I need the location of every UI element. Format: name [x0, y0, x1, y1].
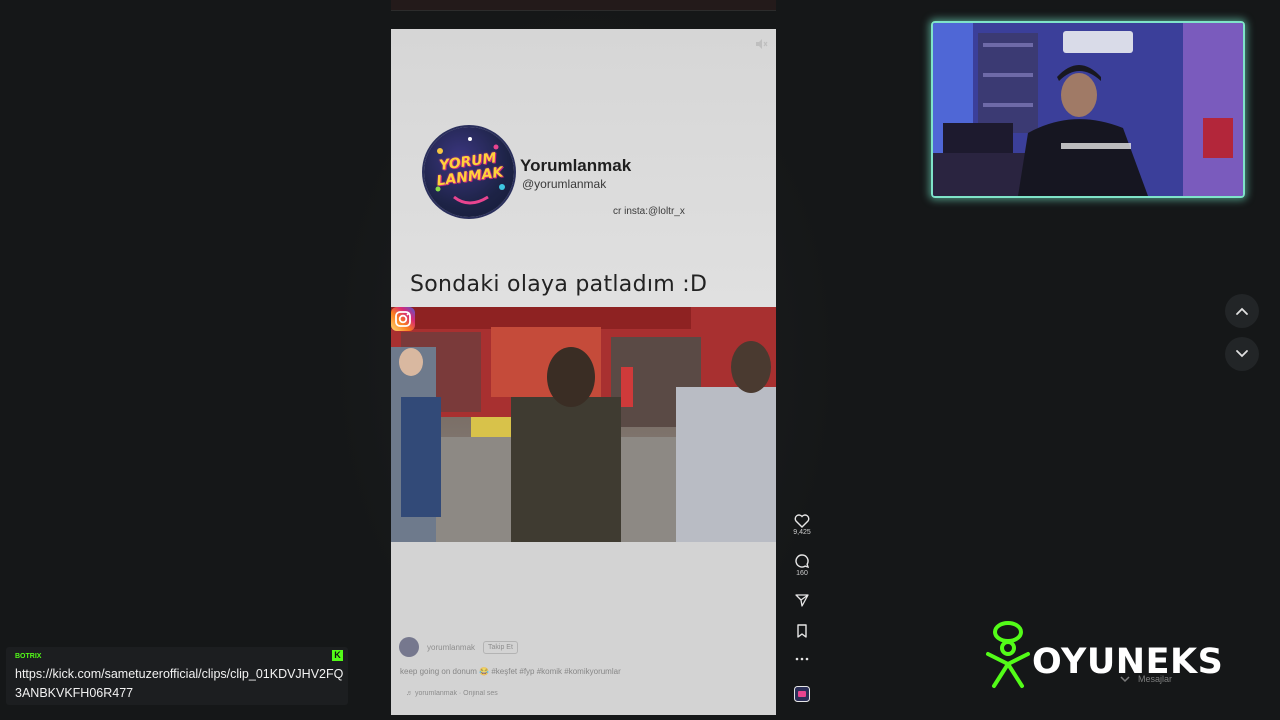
comment-icon [795, 554, 810, 569]
chevron-down-icon [1236, 350, 1248, 358]
messages-bar[interactable]: Mesajlar [1110, 666, 1258, 692]
brand-name: Yorumlanmak [520, 156, 632, 175]
chevron-icon [1120, 676, 1130, 683]
post-sound[interactable]: ♬ yorumlanmak · Orijinal ses [406, 690, 498, 697]
post-description: keep going on donum 😂 #keşfet #fyp #komi… [400, 667, 621, 676]
post-username[interactable]: yorumlanmak [427, 643, 475, 652]
like-count: 9,425 [793, 529, 811, 536]
audio-thumbnail[interactable] [790, 686, 814, 702]
comment-button[interactable]: 160 [790, 553, 814, 577]
previous-reel-button[interactable] [1225, 294, 1259, 328]
share-button[interactable] [790, 592, 814, 608]
post-meta-row: yorumlanmak Takip Et [399, 637, 518, 657]
messages-label: Mesajlar [1138, 674, 1173, 684]
save-button[interactable] [790, 623, 814, 639]
heart-icon [794, 514, 810, 528]
send-icon [795, 594, 809, 607]
post-footer-area: yorumlanmak Takip Et keep going on donum… [391, 542, 776, 715]
post-caption: Sondaki olaya patladım :D [410, 272, 708, 297]
chevron-up-icon [1236, 307, 1248, 315]
comment-count: 160 [796, 570, 808, 577]
more-options-button[interactable] [790, 654, 814, 664]
credit-text: cr insta:@loltr_x [613, 206, 685, 217]
yorumlanmak-logo: YORUM LANMAK [424, 127, 514, 217]
mute-icon[interactable] [754, 37, 768, 51]
street-scene-image [391, 307, 776, 542]
instagram-icon [391, 307, 415, 331]
chat-message: BOTRIX K https://kick.com/sametuzeroffic… [6, 647, 348, 705]
more-icon [795, 657, 809, 661]
avatar[interactable] [399, 637, 419, 657]
next-reel-button[interactable] [1225, 337, 1259, 371]
reel-post[interactable]: YORUM LANMAK Yorumlanmak @yorumlanmak cr … [391, 29, 776, 715]
follow-button[interactable]: Takip Et [483, 640, 518, 654]
video-frame[interactable] [391, 307, 776, 542]
kick-badge-icon: K [332, 650, 343, 661]
webcam-overlay [931, 21, 1245, 198]
chat-message-text[interactable]: https://kick.com/sametuzerofficial/clips… [15, 665, 345, 703]
mascot-icon [986, 621, 1030, 688]
audio-cover-icon [794, 686, 810, 702]
previous-post-edge[interactable] [391, 0, 776, 11]
brand-handle: @yorumlanmak [522, 177, 607, 191]
streamer-camera-image [933, 23, 1243, 196]
bookmark-icon [797, 624, 807, 638]
chat-username: BOTRIX [15, 653, 42, 660]
like-button[interactable]: 9,425 [790, 514, 814, 536]
